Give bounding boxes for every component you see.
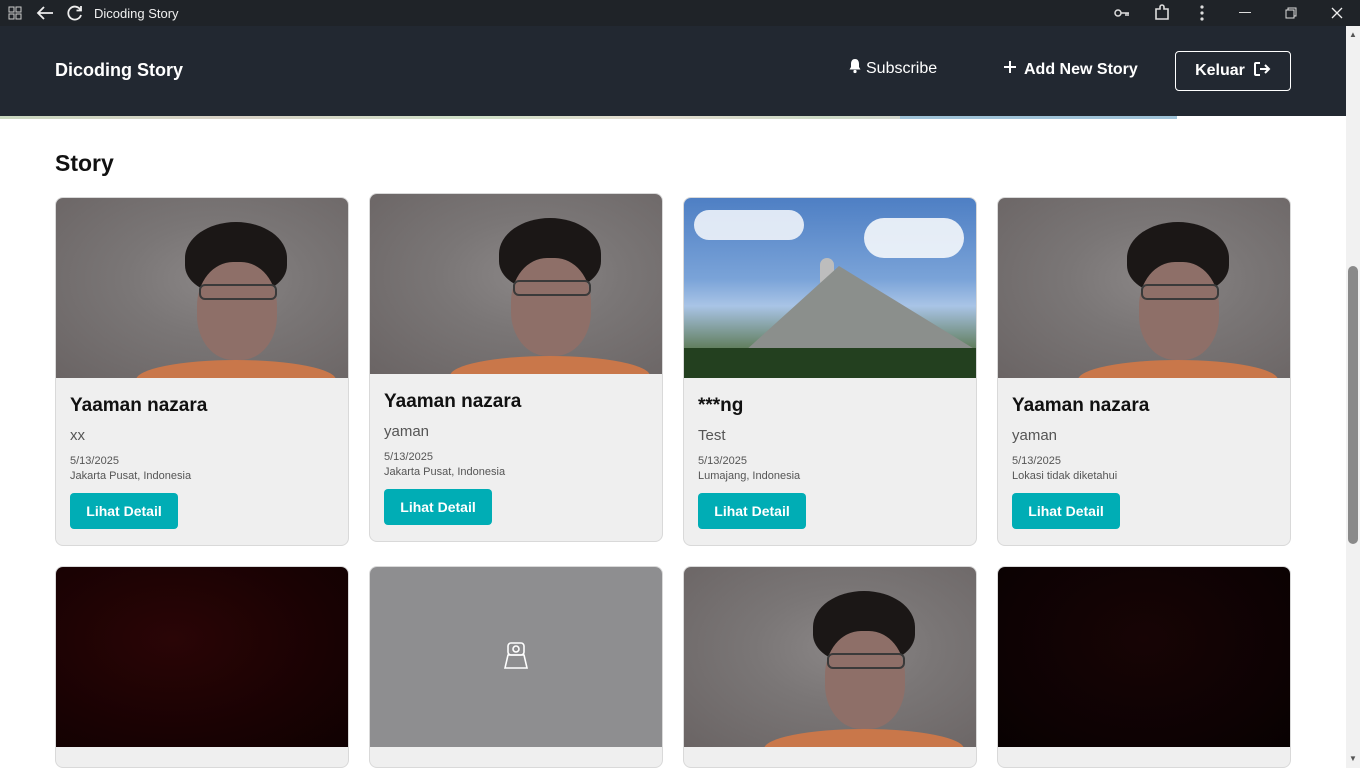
story-image [56,198,348,378]
story-image [684,198,976,378]
back-arrow-icon[interactable] [30,0,60,26]
scroll-up-icon[interactable]: ▲ [1349,30,1357,39]
story-location: Jakarta Pusat, Indonesia [70,470,192,482]
story-date: 5/13/2025 [70,455,119,467]
subscribe-label: Subscribe [866,59,938,77]
story-card [997,566,1291,768]
story-card: Yaaman nazara yaman 5/13/2025 Lokasi tid… [997,197,1291,546]
view-detail-button[interactable]: Lihat Detail [1012,493,1120,529]
story-card: Yaaman nazara yaman 5/13/2025 Jakarta Pu… [369,193,663,542]
story-date: 5/13/2025 [1012,455,1061,467]
restore-icon[interactable] [1268,0,1314,26]
view-detail-button[interactable]: Lihat Detail [384,489,492,525]
story-name: Yaaman nazara [1012,395,1150,416]
add-story-label: Add New Story [1024,60,1138,78]
story-card: ***ng Test 5/13/2025 Lumajang, Indonesia… [683,197,977,546]
story-card [55,566,349,768]
camera-placeholder-icon [499,638,533,677]
subscribe-button[interactable]: Subscribe [848,58,937,79]
story-image [998,567,1290,747]
story-image [684,567,976,747]
plus-icon [1003,60,1017,79]
story-card [369,566,663,768]
close-icon[interactable] [1314,0,1360,26]
logout-icon [1253,61,1271,82]
bell-icon [848,58,862,79]
logout-button[interactable]: Keluar [1175,51,1291,91]
story-description: Test [698,427,726,444]
window-titlebar: Dicoding Story [0,0,1360,26]
story-description: yaman [1012,427,1058,444]
story-name: Yaaman nazara [70,395,208,416]
story-location: Jakarta Pusat, Indonesia [384,466,506,478]
grid-icon[interactable] [0,0,30,26]
minimize-icon[interactable] [1222,0,1268,26]
key-icon[interactable] [1102,0,1142,26]
brand-logo-text[interactable]: Dicoding Story [55,60,183,81]
reload-icon[interactable] [60,0,90,26]
add-new-story-button[interactable]: Add New Story [1003,60,1138,79]
logout-label: Keluar [1195,62,1245,79]
story-date: 5/13/2025 [384,451,433,463]
story-name: Yaaman nazara [384,391,522,412]
story-description: xx [70,427,85,444]
view-detail-button[interactable]: Lihat Detail [70,493,178,529]
page-title: Story [55,150,114,176]
page-scrollbar[interactable]: ▲ ▼ [1346,26,1360,768]
story-location: Lumajang, Indonesia [698,470,801,482]
story-description: yaman [384,423,430,440]
story-name: ***ng [698,395,744,416]
window-title: Dicoding Story [94,5,179,21]
scrollbar-thumb[interactable] [1348,266,1358,544]
story-image [56,567,348,747]
story-image [998,198,1290,378]
extension-icon[interactable] [1142,0,1182,26]
story-card [683,566,977,768]
app-header: Dicoding Story Subscribe Add New Story K… [0,26,1346,116]
story-card: Yaaman nazara xx 5/13/2025 Jakarta Pusat… [55,197,349,546]
more-icon[interactable] [1182,0,1222,26]
story-date: 5/13/2025 [698,455,747,467]
view-detail-button[interactable]: Lihat Detail [698,493,806,529]
story-location: Lokasi tidak diketahui [1012,470,1118,482]
story-image [370,194,662,374]
story-image [370,567,662,747]
scroll-down-icon[interactable]: ▼ [1349,754,1357,763]
